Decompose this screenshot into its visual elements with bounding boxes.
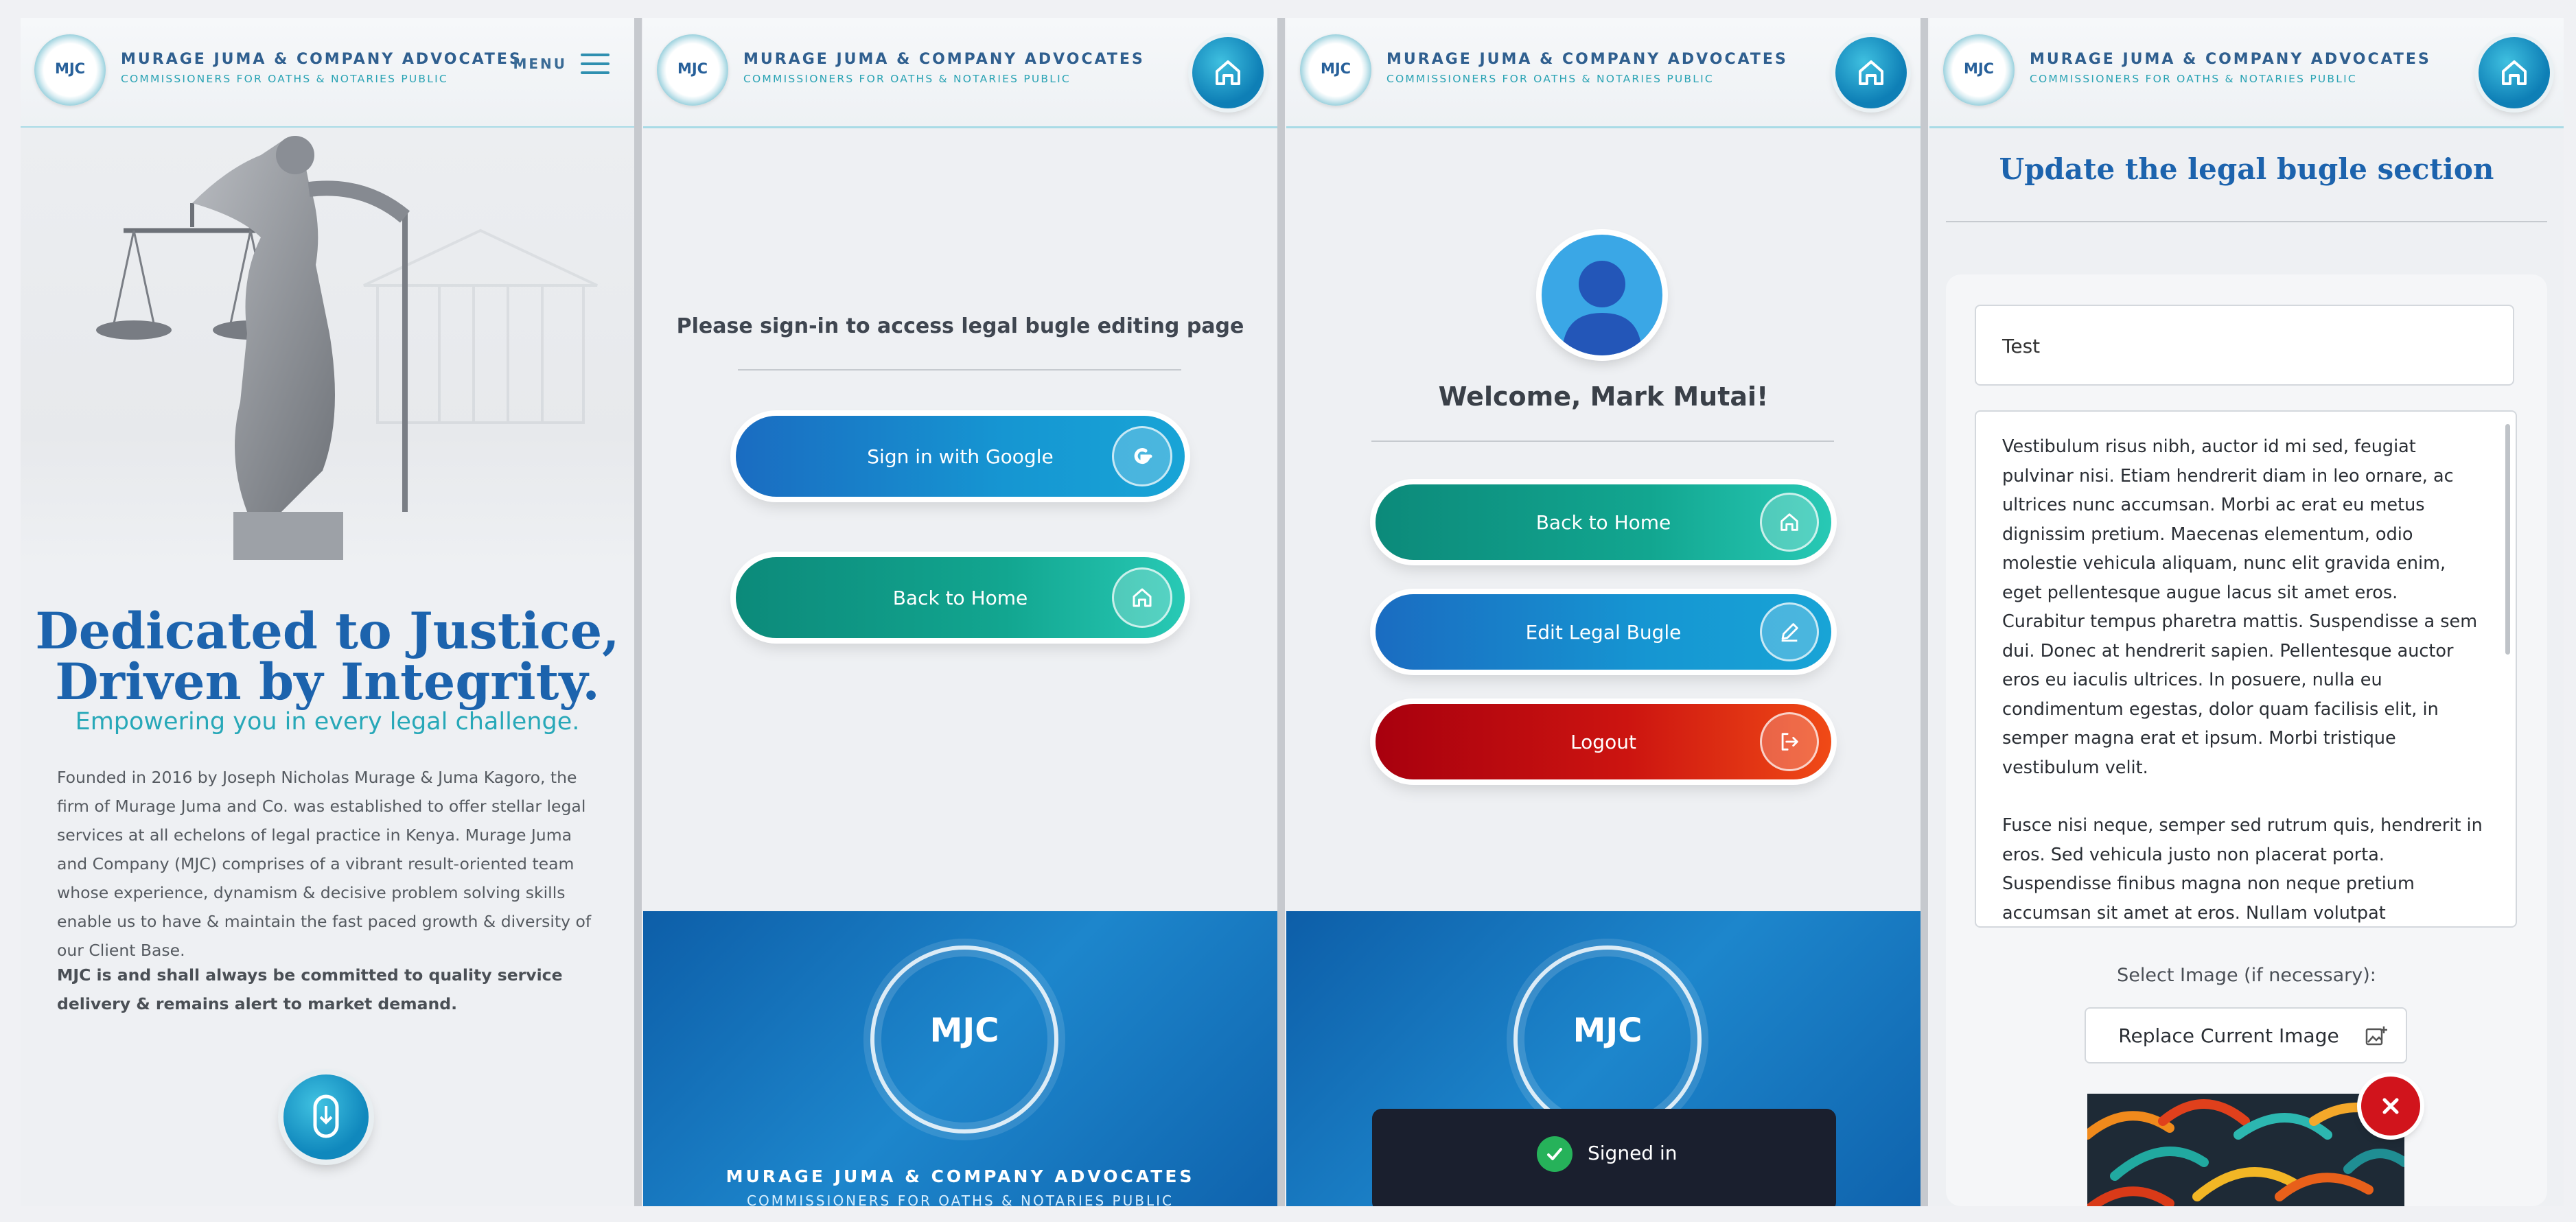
replace-image-label: Replace Current Image: [2118, 1024, 2339, 1047]
logo-text: MJC: [54, 60, 86, 77]
footer-logo-text: MJC: [929, 1011, 999, 1050]
logo-text: MJC: [1320, 60, 1351, 77]
toast-message: Signed in: [1588, 1142, 1678, 1164]
body-textarea[interactable]: Vestibulum risus nibh, auctor id mi sed,…: [1975, 410, 2517, 928]
site-footer: MJC MURAGE JUMA & COMPANY ADVOCATES COMM…: [643, 911, 1277, 1206]
home-icon: [1112, 567, 1172, 628]
replace-image-button[interactable]: Replace Current Image: [2085, 1007, 2407, 1064]
editor-title: Update the legal bugle section: [1999, 152, 2494, 186]
body-paragraph: Vestibulum risus nibh, auctor id mi sed,…: [2002, 436, 2478, 778]
current-image-preview: [2087, 1094, 2404, 1206]
pencil-icon: [1760, 602, 1819, 661]
edit-legal-bugle-label: Edit Legal Bugle: [1525, 620, 1682, 644]
firm-name: MURAGE JUMA & COMPANY ADVOCATES: [121, 51, 522, 68]
home-icon: [1760, 493, 1819, 552]
menu-label: MENU: [513, 56, 567, 72]
home-screen: MJC MURAGE JUMA & COMPANY ADVOCATES COMM…: [21, 18, 634, 1206]
check-icon: [1537, 1136, 1573, 1172]
commitment-paragraph: MJC is and shall always be committed to …: [57, 965, 563, 1013]
firm-subtitle: COMMISSIONERS FOR OATHS & NOTARIES PUBLI…: [121, 73, 448, 85]
user-icon: [1562, 261, 1642, 355]
home-icon: [2502, 60, 2527, 85]
divider: [1371, 440, 1834, 442]
logo[interactable]: MJC: [657, 34, 728, 106]
google-signin-label: Sign in with Google: [867, 445, 1054, 468]
signin-prompt: Please sign-in to access legal bugle edi…: [676, 314, 1244, 338]
google-icon: [1112, 426, 1172, 486]
headline-line1: Dedicated to Justice,: [35, 602, 620, 661]
firm-name: MURAGE JUMA & COMPANY ADVOCATES: [2030, 51, 2431, 68]
lady-justice-statue-icon: [96, 136, 598, 560]
home-button[interactable]: [1192, 37, 1264, 108]
avatar: [1542, 235, 1662, 355]
tagline: Empowering you in every legal challenge.: [75, 708, 580, 736]
google-signin-button[interactable]: Sign in with Google: [736, 416, 1185, 497]
back-to-home-label: Back to Home: [1535, 510, 1671, 534]
about-paragraph: Founded in 2016 by Joseph Nicholas Murag…: [57, 768, 592, 960]
site-header: MJC MURAGE JUMA & COMPANY ADVOCATES COMM…: [1929, 18, 2564, 128]
divider: [738, 369, 1181, 371]
welcome-message: Welcome, Mark Mutai!: [1438, 381, 1769, 412]
hamburger-icon: [581, 54, 610, 74]
signed-in-toast: Signed in: [1372, 1109, 1836, 1206]
logo-text: MJC: [1963, 60, 1995, 77]
logo-text: MJC: [677, 60, 708, 77]
logout-label: Logout: [1570, 730, 1636, 753]
close-icon: [2382, 1098, 2399, 1114]
firm-name: MURAGE JUMA & COMPANY ADVOCATES: [743, 51, 1145, 68]
remove-image-button[interactable]: [2361, 1077, 2420, 1136]
back-to-home-label: Back to Home: [892, 586, 1028, 609]
editor-screen: MJC MURAGE JUMA & COMPANY ADVOCATES COMM…: [1929, 18, 2564, 1206]
firm-subtitle: COMMISSIONERS FOR OATHS & NOTARIES PUBLI…: [1386, 73, 1714, 85]
firm-name: MURAGE JUMA & COMPANY ADVOCATES: [1386, 51, 1788, 68]
footer-firm-subtitle: COMMISSIONERS FOR OATHS & NOTARIES PUBLI…: [747, 1192, 1174, 1206]
divider: [1946, 221, 2547, 222]
textarea-scrollbar[interactable]: [2505, 424, 2510, 655]
back-to-home-button[interactable]: Back to Home: [1376, 484, 1831, 560]
image-add-icon: [2365, 1026, 2387, 1046]
home-icon: [1859, 60, 1883, 85]
panel-divider: [1921, 18, 1928, 1206]
panel-divider: [1277, 18, 1285, 1206]
panel-divider: [634, 18, 642, 1206]
hero-image: [21, 128, 634, 567]
headline-line2: Driven by Integrity.: [55, 653, 600, 712]
scroll-mouse-icon: [313, 1094, 339, 1138]
logo[interactable]: MJC: [1943, 34, 2015, 106]
back-to-home-button[interactable]: Back to Home: [736, 557, 1185, 638]
feather-pattern-image-icon: [2087, 1094, 2404, 1206]
signin-screen: MJC MURAGE JUMA & COMPANY ADVOCATES COMM…: [643, 18, 1277, 1206]
dashboard-screen: MJC MURAGE JUMA & COMPANY ADVOCATES COMM…: [1286, 18, 1921, 1206]
home-icon: [1216, 60, 1240, 85]
footer-logo-text: MJC: [1573, 1011, 1643, 1050]
screenshot-collage: MJC MURAGE JUMA & COMPANY ADVOCATES COMM…: [0, 0, 2576, 1222]
title-input[interactable]: Test: [1975, 305, 2514, 386]
logo[interactable]: MJC: [1300, 34, 1371, 106]
firm-subtitle: COMMISSIONERS FOR OATHS & NOTARIES PUBLI…: [2030, 73, 2357, 85]
firm-subtitle: COMMISSIONERS FOR OATHS & NOTARIES PUBLI…: [743, 73, 1071, 85]
home-button[interactable]: [2479, 37, 2550, 108]
edit-legal-bugle-button[interactable]: Edit Legal Bugle: [1376, 594, 1831, 670]
site-header: MJC MURAGE JUMA & COMPANY ADVOCATES COMM…: [643, 18, 1277, 128]
footer-firm-name: MURAGE JUMA & COMPANY ADVOCATES: [726, 1166, 1195, 1186]
site-header: MJC MURAGE JUMA & COMPANY ADVOCATES COMM…: [21, 18, 634, 128]
footer-logo: MJC: [1513, 945, 1702, 1133]
home-button[interactable]: [1835, 37, 1907, 108]
logout-button[interactable]: Logout: [1376, 704, 1831, 779]
body-paragraph: Fusce nisi neque, semper sed rutrum quis…: [2002, 815, 2483, 924]
menu-button[interactable]: MENU: [513, 54, 610, 74]
select-image-label: Select Image (if necessary):: [2117, 965, 2376, 986]
body-text: Vestibulum risus nibh, auctor id mi sed,…: [2002, 432, 2485, 926]
footer-logo: MJC: [870, 945, 1058, 1133]
site-header: MJC MURAGE JUMA & COMPANY ADVOCATES COMM…: [1286, 18, 1921, 128]
logout-icon: [1760, 712, 1819, 771]
scroll-down-button[interactable]: [283, 1074, 369, 1160]
logo[interactable]: MJC: [34, 34, 106, 106]
